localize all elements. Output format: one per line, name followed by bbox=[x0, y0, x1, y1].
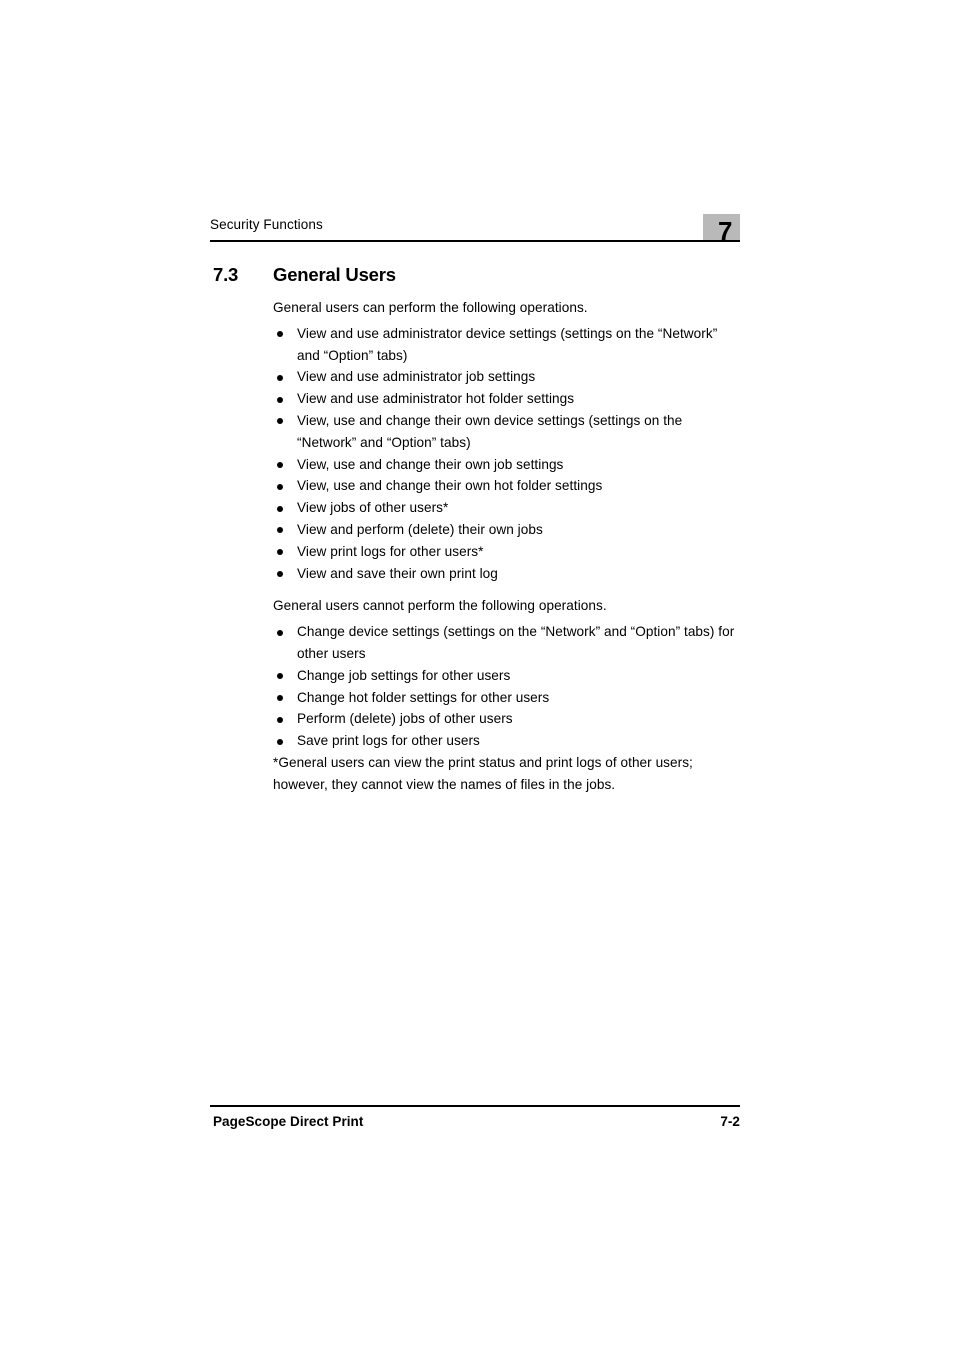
cannot-perform-list: Change device settings (settings on the … bbox=[273, 621, 740, 752]
can-perform-list: View and use administrator device settin… bbox=[273, 323, 740, 585]
footnote-text: *General users can view the print status… bbox=[273, 754, 693, 792]
page-header: Security Functions 7 bbox=[210, 214, 740, 246]
list-item: View print logs for other users* bbox=[273, 541, 740, 563]
running-header-title: Security Functions bbox=[210, 217, 323, 232]
list-item: View and use administrator device settin… bbox=[273, 323, 740, 367]
section-number: 7.3 bbox=[213, 264, 239, 285]
can-perform-intro: General users can perform the following … bbox=[273, 300, 588, 315]
page-footer: PageScope Direct Print 7-2 bbox=[210, 1113, 740, 1133]
list-item: View, use and change their own hot folde… bbox=[273, 475, 740, 497]
footer-document-title: PageScope Direct Print bbox=[213, 1114, 364, 1129]
cannot-perform-intro: General users cannot perform the followi… bbox=[273, 598, 607, 614]
section-title: General Users bbox=[273, 264, 396, 285]
list-item: Save print logs for other users bbox=[273, 730, 740, 752]
list-item: View and save their own print log bbox=[273, 563, 740, 585]
page-content: General users can perform the following … bbox=[273, 297, 740, 796]
list-item: Perform (delete) jobs of other users bbox=[273, 708, 740, 730]
list-item: Change hot folder settings for other use… bbox=[273, 687, 740, 709]
list-item: View and perform (delete) their own jobs bbox=[273, 519, 740, 541]
list-item: Change device settings (settings on the … bbox=[273, 621, 740, 665]
document-page: Security Functions 7 7.3 General Users G… bbox=[0, 0, 954, 1350]
header-divider bbox=[210, 240, 740, 242]
list-item: View and use administrator hot folder se… bbox=[273, 388, 740, 410]
footer-divider bbox=[210, 1105, 740, 1107]
footer-page-number: 7-2 bbox=[720, 1114, 740, 1129]
list-item: View, use and change their own job setti… bbox=[273, 454, 740, 476]
list-item: View and use administrator job settings bbox=[273, 366, 740, 388]
section-heading: 7.3 General Users bbox=[213, 263, 743, 289]
list-item: Change job settings for other users bbox=[273, 665, 740, 687]
list-item: View, use and change their own device se… bbox=[273, 410, 740, 454]
list-item: View jobs of other users* bbox=[273, 497, 740, 519]
